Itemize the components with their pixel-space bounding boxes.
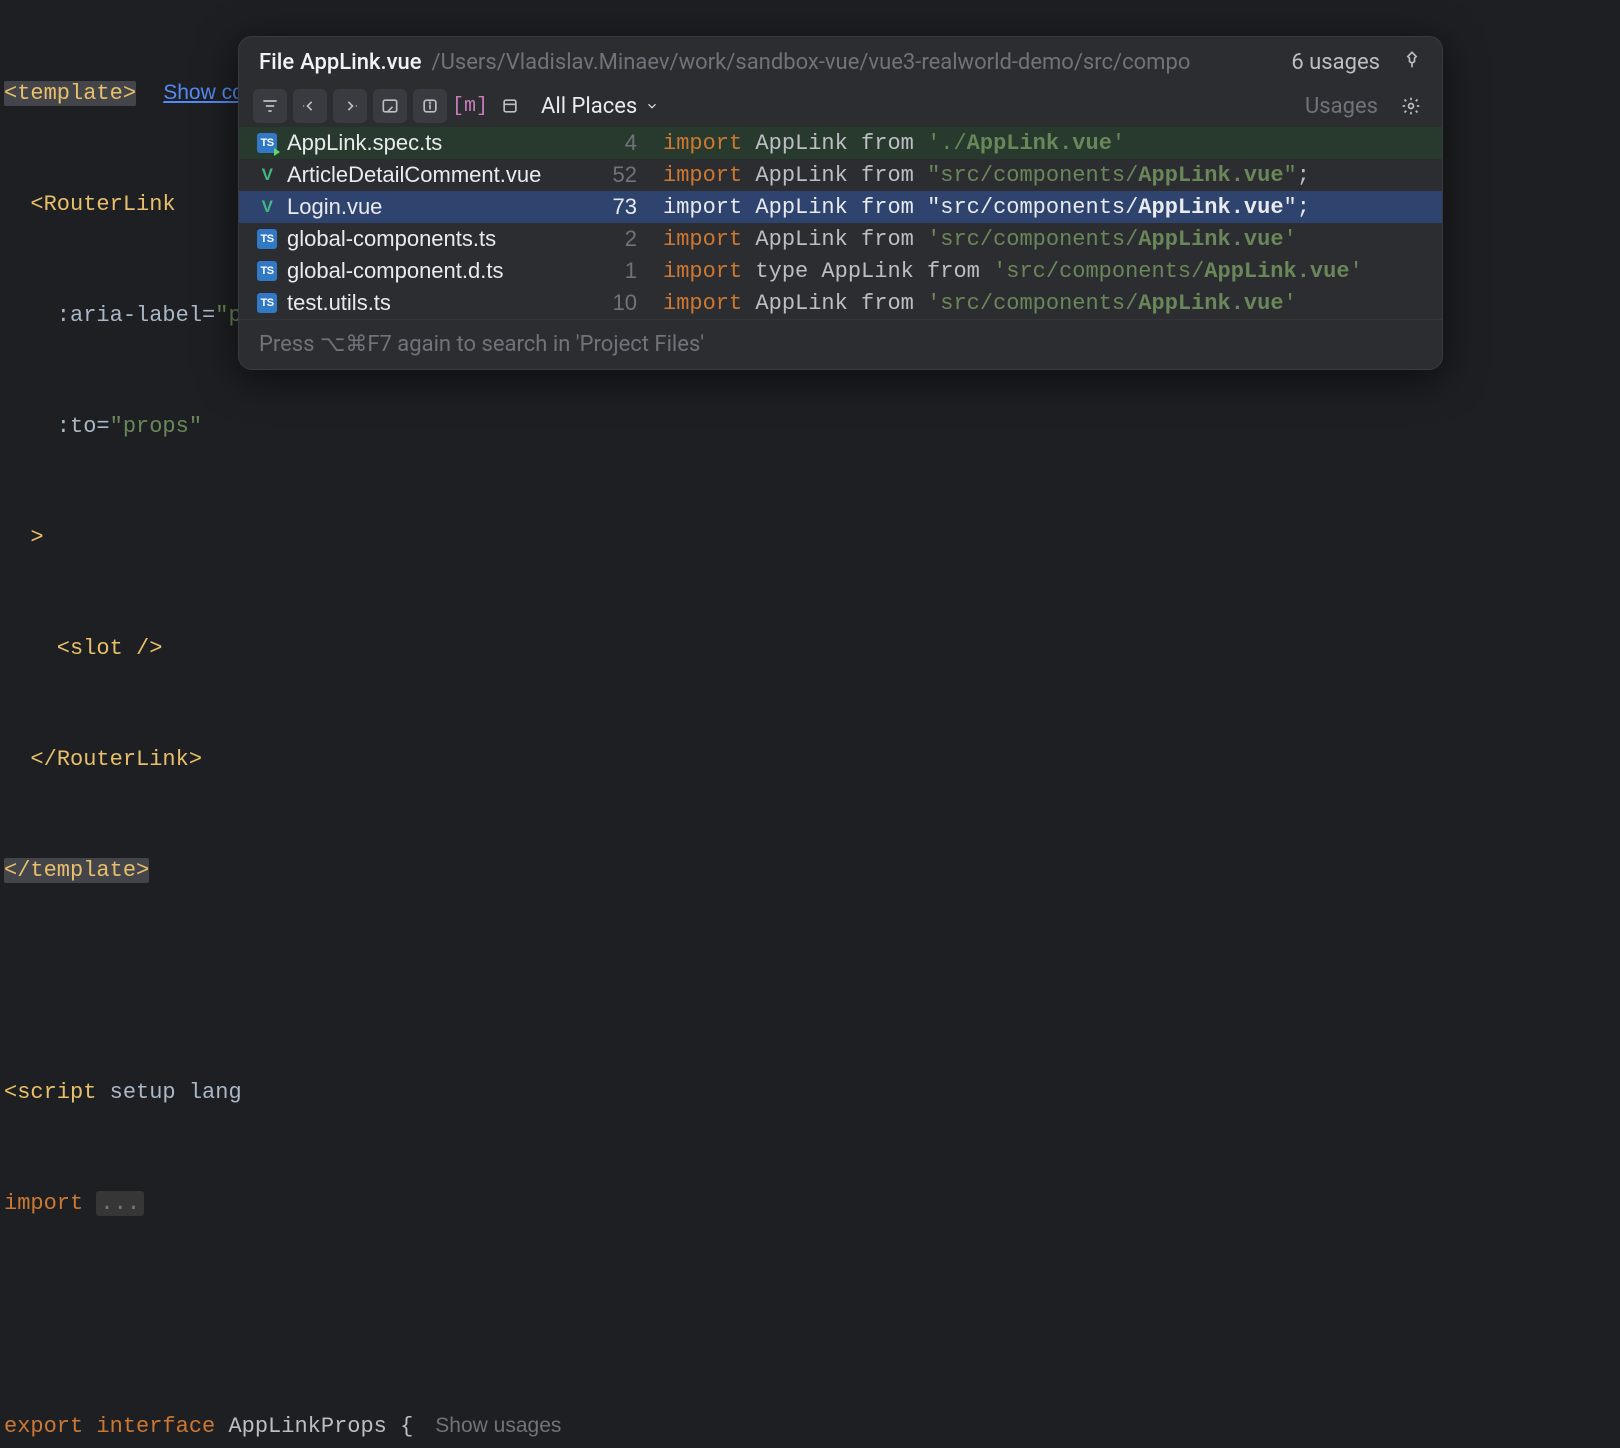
popup-header: File AppLink.vue /Users/Vladislav.Minaev…	[239, 37, 1442, 85]
popup-footer: Press ⌥⌘F7 again to search in 'Project F…	[239, 319, 1442, 369]
scope-label: All Places	[541, 94, 637, 119]
usage-line-number: 10	[597, 290, 637, 316]
usage-line-number: 1	[597, 258, 637, 284]
gear-icon[interactable]	[1394, 89, 1428, 123]
info-icon[interactable]	[413, 89, 447, 123]
usage-line-number: 73	[597, 194, 637, 220]
file-label: File	[259, 50, 294, 75]
usages-popup: File AppLink.vue /Users/Vladislav.Minaev…	[238, 36, 1443, 370]
code-fold[interactable]: ...	[96, 1191, 144, 1216]
ts-file-icon: TS	[257, 261, 277, 281]
usage-row[interactable]: TS global-component.d.ts1 import type AppL…	[239, 255, 1442, 287]
vue-file-icon: V	[257, 165, 277, 185]
file-path: /Users/Vladislav.Minaev/work/sandbox-vue…	[432, 50, 1270, 75]
usages-tab[interactable]: Usages	[1305, 94, 1378, 119]
usage-line-number: 2	[597, 226, 637, 252]
usage-line-number: 4	[597, 130, 637, 156]
usages-list: TS AppLink.spec.ts4 import AppLink from '.…	[239, 127, 1442, 319]
popup-toolbar: [m] All Places Usages	[239, 85, 1442, 127]
chevron-down-icon	[645, 99, 659, 113]
pin-icon[interactable]	[1402, 49, 1422, 75]
usage-row[interactable]: TS AppLink.spec.ts4 import AppLink from '.…	[239, 127, 1442, 159]
template-open-tag: <template>	[4, 81, 136, 106]
usage-preview: import type AppLink from 'src/components…	[663, 259, 1424, 284]
usage-filename: global-components.ts	[287, 226, 597, 252]
panel-icon[interactable]	[493, 89, 527, 123]
file-name: AppLink.vue	[300, 50, 421, 75]
navigate-next-icon[interactable]	[333, 89, 367, 123]
ts-file-icon: TS	[257, 133, 277, 153]
ts-file-icon: TS	[257, 293, 277, 313]
usage-preview: import AppLink from 'src/components/AppL…	[663, 291, 1424, 316]
usage-preview: import AppLink from "src/components/AppL…	[663, 163, 1424, 188]
template-close-tag: </template>	[4, 858, 149, 883]
scope-dropdown[interactable]: All Places	[541, 94, 659, 119]
usage-preview: import AppLink from 'src/components/AppL…	[663, 227, 1424, 252]
usage-filename: Login.vue	[287, 194, 597, 220]
show-usages-hint[interactable]: Show usages	[435, 1414, 561, 1437]
usage-preview: import AppLink from "src/components/AppL…	[663, 195, 1424, 220]
bracket-m-icon[interactable]: [m]	[453, 89, 487, 123]
usage-count: 6 usages	[1291, 50, 1380, 75]
usage-line-number: 52	[597, 162, 637, 188]
vue-file-icon: V	[257, 197, 277, 217]
usage-row[interactable]: V Login.vue73 import AppLink from "src/com…	[239, 191, 1442, 223]
usage-filename: global-component.d.ts	[287, 258, 597, 284]
navigate-prev-icon[interactable]	[293, 89, 327, 123]
usage-row[interactable]: TS test.utils.ts10 import AppLink from 'sr…	[239, 287, 1442, 319]
usage-row[interactable]: V ArticleDetailComment.vue52 import AppLin…	[239, 159, 1442, 191]
usage-filename: AppLink.spec.ts	[287, 130, 597, 156]
ts-file-icon: TS	[257, 229, 277, 249]
open-tool-icon[interactable]	[373, 89, 407, 123]
settings-filter-icon[interactable]	[253, 89, 287, 123]
usage-row[interactable]: TS global-components.ts2 import AppLink fr…	[239, 223, 1442, 255]
usage-filename: ArticleDetailComment.vue	[287, 162, 597, 188]
usage-preview: import AppLink from './AppLink.vue'	[663, 131, 1424, 156]
usage-filename: test.utils.ts	[287, 290, 597, 316]
